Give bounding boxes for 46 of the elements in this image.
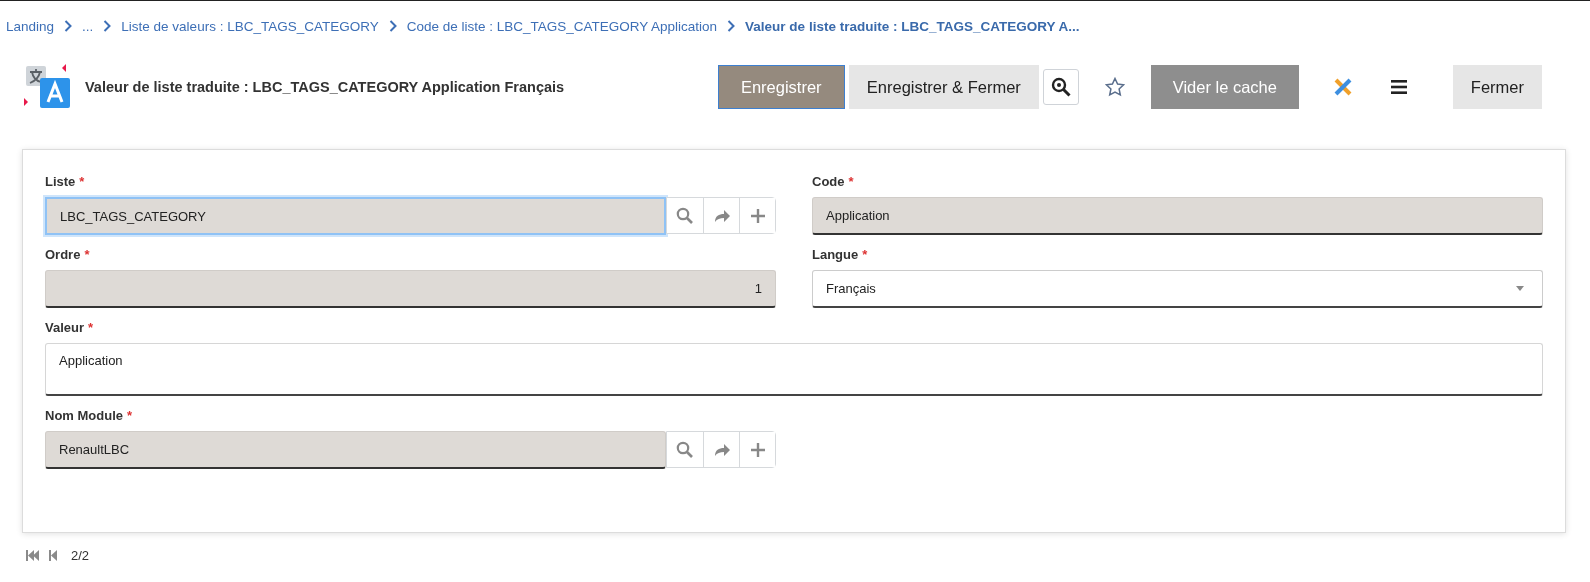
required-mark: * xyxy=(127,408,133,425)
page-position: 2/2 xyxy=(71,548,90,563)
first-page-icon[interactable] xyxy=(26,550,40,561)
search-icon xyxy=(676,440,694,459)
breadcrumb-link[interactable]: ... xyxy=(82,18,94,34)
chevron-icon xyxy=(388,20,397,32)
field-label: Code xyxy=(812,174,845,191)
add-button[interactable] xyxy=(739,198,775,233)
chevron-icon xyxy=(727,20,736,32)
input-field[interactable]: RenaultLBC xyxy=(45,431,666,469)
field-label: Liste xyxy=(45,174,76,191)
field-label: Ordre xyxy=(45,247,81,264)
input-field[interactable]: LBC_TAGS_CATEGORY xyxy=(45,197,666,235)
chevron-icon xyxy=(64,20,73,32)
field-label: Langue xyxy=(812,247,859,264)
zoom-button[interactable] xyxy=(1042,69,1079,105)
action-button[interactable]: Fermer xyxy=(1452,65,1542,109)
select-field[interactable]: Français xyxy=(812,270,1543,308)
field-label: Valeur xyxy=(45,320,85,337)
breadcrumb-link[interactable]: Liste de valeurs : LBC_TAGS_CATEGORY xyxy=(121,18,379,34)
page-title: Valeur de liste traduite : LBC_TAGS_CATEGORY Application Français xyxy=(85,79,565,95)
add-button[interactable] xyxy=(739,432,775,467)
chevron-icon xyxy=(103,20,112,32)
breadcrumb-link[interactable]: Valeur de liste traduite : LBC_TAGS_CATEGORY A... xyxy=(745,18,1080,34)
cross-icon xyxy=(1332,77,1353,97)
required-mark: * xyxy=(88,320,94,337)
breadcrumb-link[interactable]: Landing xyxy=(6,18,55,34)
search-icon xyxy=(676,206,694,225)
required-mark: * xyxy=(862,247,868,264)
field-label: Nom Module xyxy=(45,408,123,425)
star-icon xyxy=(1104,77,1125,97)
input-field[interactable]: 1 xyxy=(45,270,776,308)
menu-icon xyxy=(1390,80,1407,94)
previous-page-icon[interactable] xyxy=(49,550,58,561)
required-mark: * xyxy=(79,174,85,191)
text-area[interactable]: Application xyxy=(45,343,1543,396)
required-mark: * xyxy=(84,247,90,264)
breadcrumb-link[interactable]: Code de liste : LBC_TAGS_CATEGORY Application xyxy=(406,18,718,34)
action-button[interactable]: Enregistrer & Fermer xyxy=(848,65,1039,109)
dropdown-caret-icon xyxy=(1516,286,1524,291)
translate-icon xyxy=(24,64,72,110)
plus-icon xyxy=(748,440,767,459)
plus-icon xyxy=(748,206,767,225)
zoom-icon xyxy=(1050,77,1071,97)
input-field[interactable]: Application xyxy=(812,197,1543,235)
required-mark: * xyxy=(848,174,854,191)
